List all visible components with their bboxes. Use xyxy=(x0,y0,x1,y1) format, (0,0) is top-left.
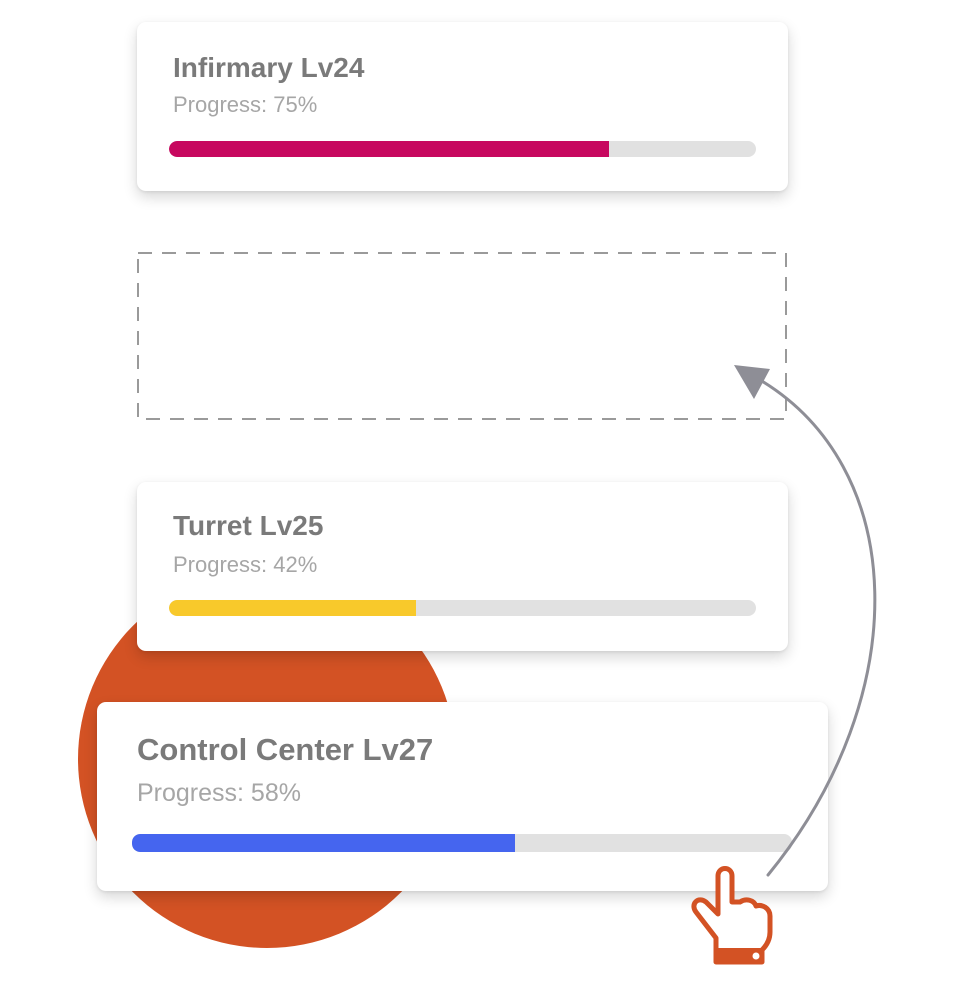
progress-bar-fill xyxy=(132,834,515,852)
curved-arrow-icon xyxy=(734,365,877,877)
hand-pointer-icon xyxy=(691,866,773,965)
progress-label: Progress: 42% xyxy=(173,552,318,577)
card-title: Control Center Lv27 xyxy=(137,732,434,767)
progress-bar-fill xyxy=(169,141,610,157)
building-card-turret[interactable]: Turret Lv25 Progress: 42% xyxy=(137,482,788,651)
card-title: Turret Lv25 xyxy=(173,510,324,541)
progress-bar xyxy=(169,141,756,157)
drop-zone-placeholder[interactable] xyxy=(137,252,787,420)
progress-label: Progress: 75% xyxy=(173,92,318,117)
building-card-infirmary[interactable]: Infirmary Lv24 Progress: 75% xyxy=(137,22,788,191)
progress-bar-fill xyxy=(169,600,416,616)
progress-bar xyxy=(169,600,756,616)
card-title: Infirmary Lv24 xyxy=(173,52,365,83)
dashed-outline xyxy=(137,252,787,420)
progress-bar xyxy=(132,834,792,852)
progress-label: Progress: 58% xyxy=(137,779,301,807)
